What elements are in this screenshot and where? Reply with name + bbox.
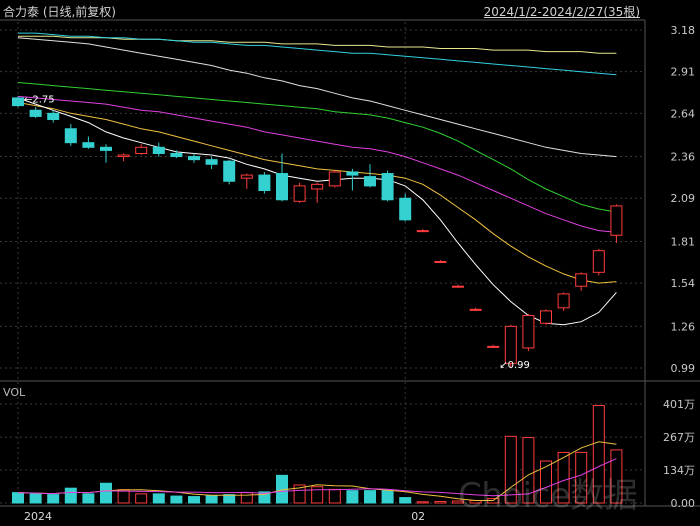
candle-body	[399, 197, 412, 221]
volume-label: VOL	[3, 386, 26, 399]
volume-bar	[135, 493, 148, 504]
candle-body	[29, 109, 42, 117]
price-tick-label: 3.18	[671, 24, 696, 37]
candle-body	[152, 146, 165, 154]
candle-body	[522, 315, 535, 349]
volume-bar	[223, 494, 236, 504]
price-tick-label: 0.99	[671, 362, 696, 375]
date-tick-label: 2024	[24, 510, 52, 523]
volume-bar	[188, 496, 200, 504]
candle-body	[381, 173, 394, 201]
candle-body	[117, 154, 130, 158]
ma-line-ma120	[18, 32, 617, 76]
candle-body	[100, 146, 112, 151]
price-tick-label: 1.26	[671, 320, 696, 333]
high-price-annotation: ←2.75	[24, 94, 55, 105]
volume-bar	[47, 494, 60, 504]
candle-body	[223, 160, 236, 182]
volume-bar	[64, 487, 77, 504]
candle-body	[64, 128, 77, 144]
volume-tick-label: 0.00	[671, 497, 696, 510]
candle-body	[364, 176, 376, 187]
volume-bar	[12, 492, 24, 504]
volume-bar	[364, 490, 376, 504]
volume-bar	[152, 493, 165, 504]
candle-body	[487, 345, 500, 348]
candle-body	[293, 185, 306, 202]
volume-bar	[205, 495, 218, 504]
ma-line-ma20	[17, 95, 617, 233]
candle-body	[346, 171, 359, 176]
price-tick-label: 2.09	[671, 192, 696, 205]
candle-body	[575, 273, 588, 287]
ma-line-ma60	[17, 37, 617, 158]
volume-bar	[381, 490, 394, 504]
candle-body	[188, 156, 200, 161]
date-range-underline	[483, 17, 640, 18]
stock-chart: 3.18 2.91 2.64 2.36 2.09 1.81 1.54 1.26 0.99 401万…	[0, 19, 700, 523]
candle-body	[47, 112, 60, 121]
candle-body	[610, 205, 623, 236]
candle-body	[452, 285, 464, 288]
candle-body	[276, 173, 288, 201]
price-tick-label: 2.91	[671, 66, 696, 79]
candle-body	[311, 183, 324, 190]
volume-tick-label: 134万	[663, 464, 695, 477]
candle-body	[592, 250, 605, 273]
ma-line-ma5	[17, 97, 617, 326]
candle-body	[170, 152, 183, 158]
price-tick-label: 1.54	[671, 277, 696, 290]
candle-body	[434, 261, 447, 264]
volume-bar	[170, 495, 183, 504]
price-tick-label: 2.36	[671, 151, 696, 164]
candle-body	[504, 325, 517, 364]
candle-body	[205, 159, 218, 165]
candle-body	[469, 308, 482, 311]
candle-body	[12, 97, 24, 107]
date-tick-label: 02	[411, 510, 425, 523]
volume-bar	[399, 497, 412, 504]
candle-body	[258, 174, 271, 192]
candle-body	[416, 230, 429, 233]
volume-bar	[100, 482, 112, 504]
volume-tick-label: 401万	[663, 398, 695, 411]
low-price-annotation: ↙0.99	[499, 360, 530, 371]
watermark: Choice数据	[458, 476, 638, 516]
volume-tick-label: 267万	[663, 431, 695, 444]
volume-bar	[29, 493, 42, 504]
volume-bar	[240, 492, 253, 504]
price-tick-label: 2.64	[671, 107, 696, 120]
volume-bar	[82, 493, 95, 504]
candle-body	[135, 146, 148, 154]
ma-line-ma250	[18, 35, 617, 54]
candle-body	[540, 310, 552, 324]
candle-body	[82, 142, 95, 148]
candle-body	[557, 293, 570, 309]
candle-body	[328, 171, 341, 187]
volume-bar	[434, 501, 447, 504]
volume-bar	[311, 486, 324, 504]
volume-bar	[117, 489, 130, 504]
volume-bar	[328, 488, 341, 504]
volume-bar	[416, 501, 429, 504]
chart-title: 合力泰 (日线,前复权)	[3, 5, 116, 19]
candle-body	[240, 174, 253, 179]
volume-bar	[346, 490, 359, 504]
price-tick-label: 1.81	[671, 235, 696, 248]
